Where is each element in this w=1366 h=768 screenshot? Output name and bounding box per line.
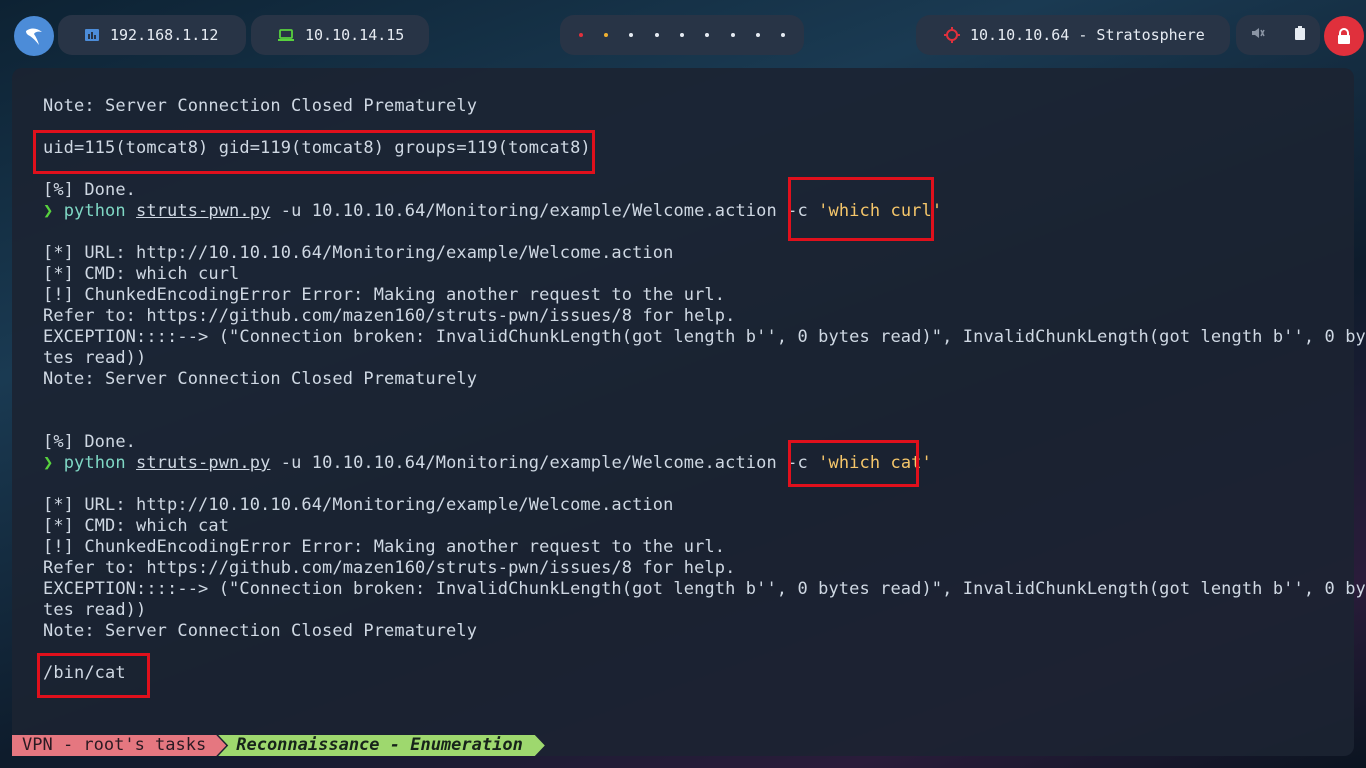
session-name[interactable]: VPN - root's tasks [12,735,226,756]
lock-icon [1338,28,1350,44]
command-args: -u 10.10.10.64/Monitoring/example/Welcom… [270,201,819,221]
workspace-dot-5[interactable] [679,33,684,37]
output-line: [!] ChunkedEncodingError Error: Making a… [43,537,726,557]
target-text: 10.10.10.64 - Stratosphere [970,26,1205,44]
output-line: Refer to: https://github.com/mazen160/st… [43,558,736,578]
prompt-arrow-icon: ❯ [43,201,54,221]
command-program: python [63,201,126,221]
output-line: [%] Done. [43,432,137,452]
workspace-dot-6[interactable] [705,33,710,37]
distro-logo-button[interactable] [14,16,54,56]
dragon-logo-icon [26,28,42,45]
highlight-box-which-cat [788,440,919,487]
highlight-box-uid [33,130,595,174]
output-line: [*] CMD: which curl [43,264,240,284]
local-ip-widget[interactable]: 192.168.1.12 [58,15,246,55]
vpn-ip-widget[interactable]: 10.10.14.15 [251,15,429,55]
workspace-dot-7[interactable] [730,33,735,37]
power-lock-button[interactable] [1324,16,1364,56]
output-line: Note: Server Connection Closed Premature… [43,621,478,641]
output-line: tes read)) [43,348,147,368]
output-line: [!] ChunkedEncodingError Error: Making a… [43,285,726,305]
workspace-dot-2[interactable] [603,33,608,37]
output-line: [%] Done. [43,180,137,200]
battery-icon[interactable] [1295,26,1305,44]
network-icon [84,28,100,42]
workspace-dot-4[interactable] [654,33,659,37]
output-line: Refer to: https://github.com/mazen160/st… [43,306,736,326]
vpn-ip-text: 10.10.14.15 [305,26,405,44]
terminal-window[interactable]: Note: Server Connection Closed Premature… [12,68,1366,756]
command-script: struts-pwn.py [136,453,271,473]
workspace-switcher[interactable] [560,15,804,55]
top-bar: 192.168.1.12 10.10.14.15 10.10.10.64 - S… [0,14,1366,56]
workspace-dot-1[interactable] [578,33,583,37]
laptop-icon [277,28,295,42]
command-args: -u 10.10.10.64/Monitoring/example/Welcom… [270,453,819,473]
target-widget[interactable]: 10.10.10.64 - Stratosphere [916,15,1230,55]
prompt-arrow-icon: ❯ [43,453,54,473]
workspace-dot-9[interactable] [781,33,786,37]
mute-icon[interactable] [1251,26,1265,44]
command-program: python [63,453,126,473]
workspace-dot-3[interactable] [629,33,634,37]
local-ip-text: 192.168.1.12 [110,26,219,44]
system-tray [1236,15,1320,55]
command-script: struts-pwn.py [136,201,271,221]
workspace-dot-8[interactable] [755,33,760,37]
crosshair-icon [944,27,960,43]
highlight-box-which-curl [788,177,934,241]
output-line: Note: Server Connection Closed Premature… [43,369,478,389]
output-line: [*] CMD: which cat [43,516,230,536]
output-line: EXCEPTION::::--> ("Connection broken: In… [43,327,1366,347]
output-line: tes read)) [43,600,147,620]
highlight-box-bin-cat [37,653,150,698]
window-name[interactable]: Reconnaissance - Enumeration [218,735,545,756]
tmux-status-bar: VPN - root's tasks Reconnaissance - Enum… [12,735,545,756]
output-line: [*] URL: http://10.10.10.64/Monitoring/e… [43,243,674,263]
output-line: EXCEPTION::::--> ("Connection broken: In… [43,579,1366,599]
output-line: Note: Server Connection Closed Premature… [43,96,478,116]
output-line: [*] URL: http://10.10.10.64/Monitoring/e… [43,495,674,515]
